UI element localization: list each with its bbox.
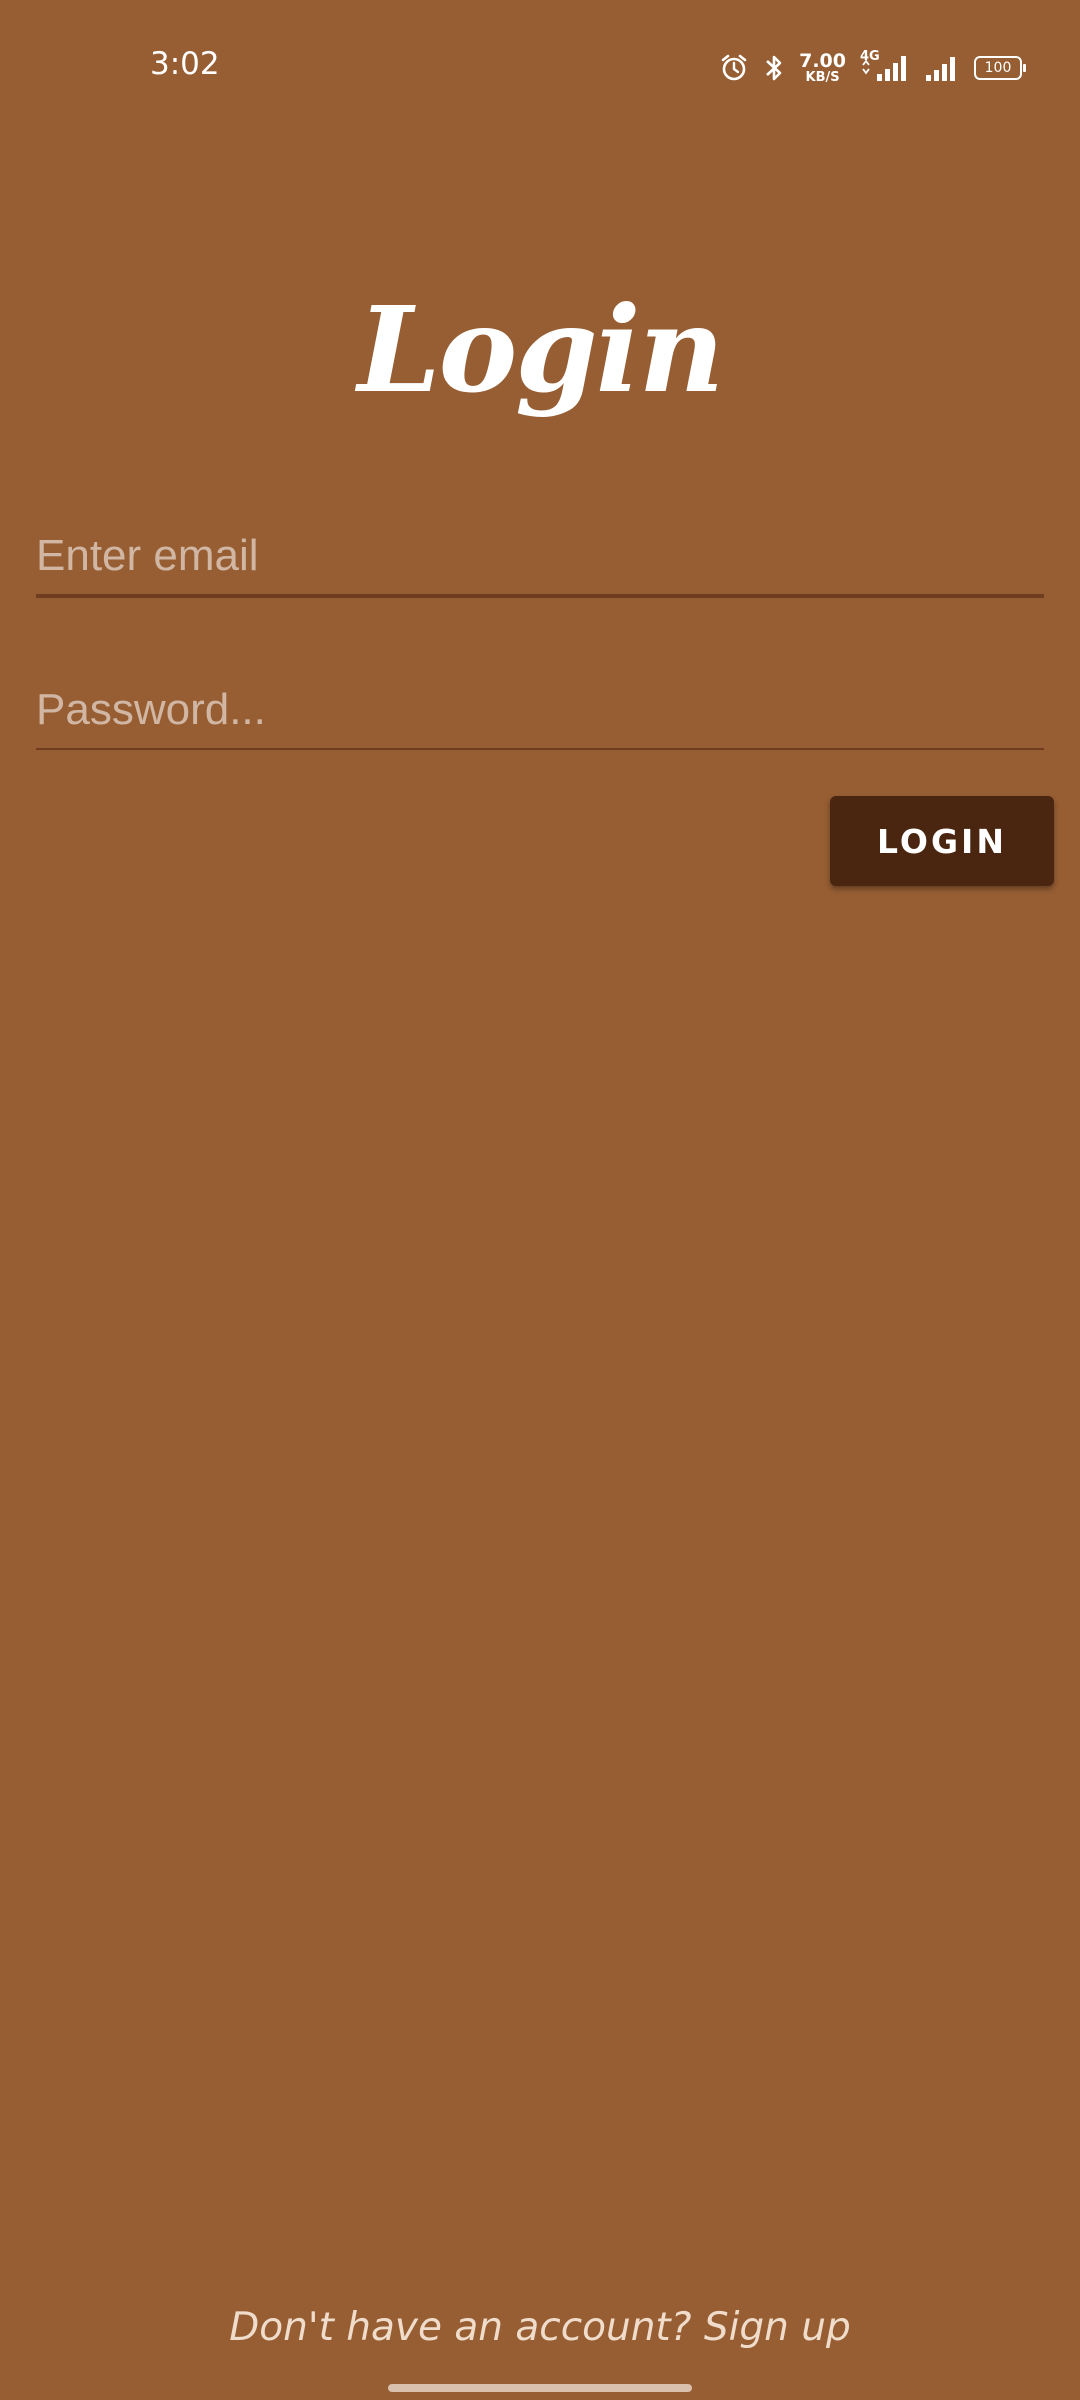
email-field[interactable] <box>36 518 1044 594</box>
signal-icon <box>924 53 960 83</box>
net-speed-value: 7.00 <box>799 50 846 72</box>
net-speed-unit: KB/S <box>805 70 840 85</box>
page-title: Login <box>357 280 725 419</box>
net-speed: 7.00 KB/S <box>799 50 846 85</box>
alarm-icon <box>719 53 749 83</box>
home-indicator[interactable] <box>388 2384 692 2392</box>
status-time: 3:02 <box>150 46 220 82</box>
email-field-container <box>36 518 1044 598</box>
email-underline <box>36 594 1044 598</box>
login-button[interactable]: LOGIN <box>830 796 1054 886</box>
password-field[interactable] <box>36 672 1044 748</box>
signal-4g-icon: 4G <box>860 49 910 83</box>
status-bar: 3:02 7.00 KB/S 4G 100 <box>0 0 1080 130</box>
bluetooth-icon <box>763 53 785 83</box>
status-icons: 7.00 KB/S 4G 100 <box>705 48 1026 88</box>
battery-icon: 100 <box>974 56 1026 80</box>
battery-level: 100 <box>984 60 1012 76</box>
network-type-label: 4G <box>860 49 880 64</box>
password-field-container <box>36 672 1044 750</box>
password-underline <box>36 748 1044 750</box>
signup-link[interactable]: Don't have an account? Sign up <box>0 2305 1080 2350</box>
